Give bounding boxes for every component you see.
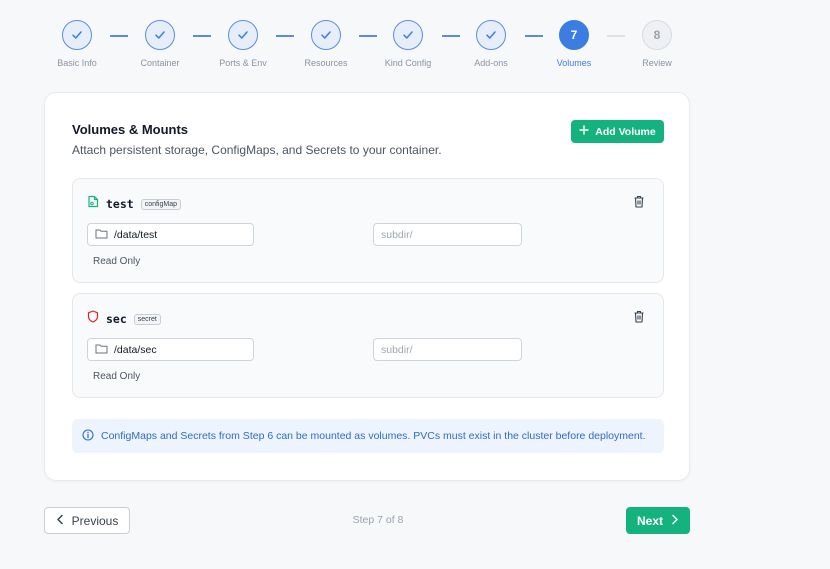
- check-icon: [228, 20, 258, 50]
- wizard-stepper: Basic Info Container Ports & Env Resourc…: [0, 20, 830, 70]
- add-volume-button[interactable]: Add Volume: [571, 120, 664, 143]
- trash-icon[interactable]: [633, 310, 647, 324]
- step-number: 7: [559, 20, 589, 50]
- volume-type-badge: secret: [133, 313, 161, 325]
- volume-item: test configMap /data/test Read Only: [72, 178, 664, 283]
- card-subtitle: Attach persistent storage, ConfigMaps, a…: [72, 143, 442, 157]
- mount-path-field[interactable]: /data/sec: [87, 338, 254, 361]
- step-basic-info[interactable]: Basic Info: [37, 20, 117, 68]
- step-label: Ports & Env: [219, 58, 267, 68]
- step-label: Review: [642, 58, 672, 68]
- info-text: ConfigMaps and Secrets from Step 6 can b…: [101, 430, 646, 442]
- check-icon: [476, 20, 506, 50]
- previous-button[interactable]: Previous: [44, 507, 130, 534]
- step-label: Volumes: [556, 58, 592, 68]
- step-label: Kind Config: [384, 58, 432, 68]
- step-ports-env[interactable]: Ports & Env: [203, 20, 283, 68]
- step-indicator: Step 7 of 8: [352, 514, 404, 526]
- next-button[interactable]: Next: [626, 507, 690, 534]
- step-number: 8: [642, 20, 672, 50]
- step-review[interactable]: 8 Review: [617, 20, 697, 68]
- read-only-toggle[interactable]: Read Only: [93, 256, 140, 267]
- subpath-input[interactable]: [373, 223, 522, 246]
- card-title: Volumes & Mounts: [72, 122, 189, 137]
- plus-icon: [579, 125, 589, 138]
- step-container[interactable]: Container: [120, 20, 200, 68]
- chevron-left-icon: [56, 514, 64, 528]
- previous-label: Previous: [71, 513, 119, 528]
- check-icon: [62, 20, 92, 50]
- file-config-icon: [87, 195, 99, 213]
- check-icon: [311, 20, 341, 50]
- volume-name: sec: [106, 312, 127, 326]
- step-kind-config[interactable]: Kind Config: [368, 20, 448, 68]
- check-icon: [393, 20, 423, 50]
- trash-icon[interactable]: [633, 195, 647, 209]
- info-banner: ConfigMaps and Secrets from Step 6 can b…: [72, 419, 664, 453]
- step-label: Add-ons: [474, 58, 508, 68]
- step-add-ons[interactable]: Add-ons: [451, 20, 531, 68]
- next-label: Next: [636, 513, 663, 528]
- volume-name: test: [106, 197, 134, 211]
- step-resources[interactable]: Resources: [286, 20, 366, 68]
- volumes-card: Volumes & Mounts Attach persistent stora…: [44, 92, 690, 481]
- subpath-input[interactable]: [373, 338, 522, 361]
- step-label: Resources: [304, 58, 348, 68]
- folder-icon: [95, 343, 108, 357]
- info-icon: [82, 428, 94, 444]
- volume-item: sec secret /data/sec Read Only: [72, 293, 664, 398]
- folder-icon: [95, 228, 108, 242]
- shield-icon: [87, 310, 99, 328]
- volume-type-badge: configMap: [140, 198, 181, 210]
- add-volume-label: Add Volume: [595, 125, 656, 138]
- chevron-right-icon: [671, 514, 679, 528]
- step-label: Container: [140, 58, 180, 68]
- check-icon: [145, 20, 175, 50]
- read-only-toggle[interactable]: Read Only: [93, 371, 140, 382]
- mount-path-value: /data/sec: [114, 343, 157, 356]
- step-label: Basic Info: [57, 58, 97, 68]
- mount-path-field[interactable]: /data/test: [87, 223, 254, 246]
- mount-path-value: /data/test: [114, 228, 158, 241]
- step-volumes[interactable]: 7 Volumes: [534, 20, 614, 68]
